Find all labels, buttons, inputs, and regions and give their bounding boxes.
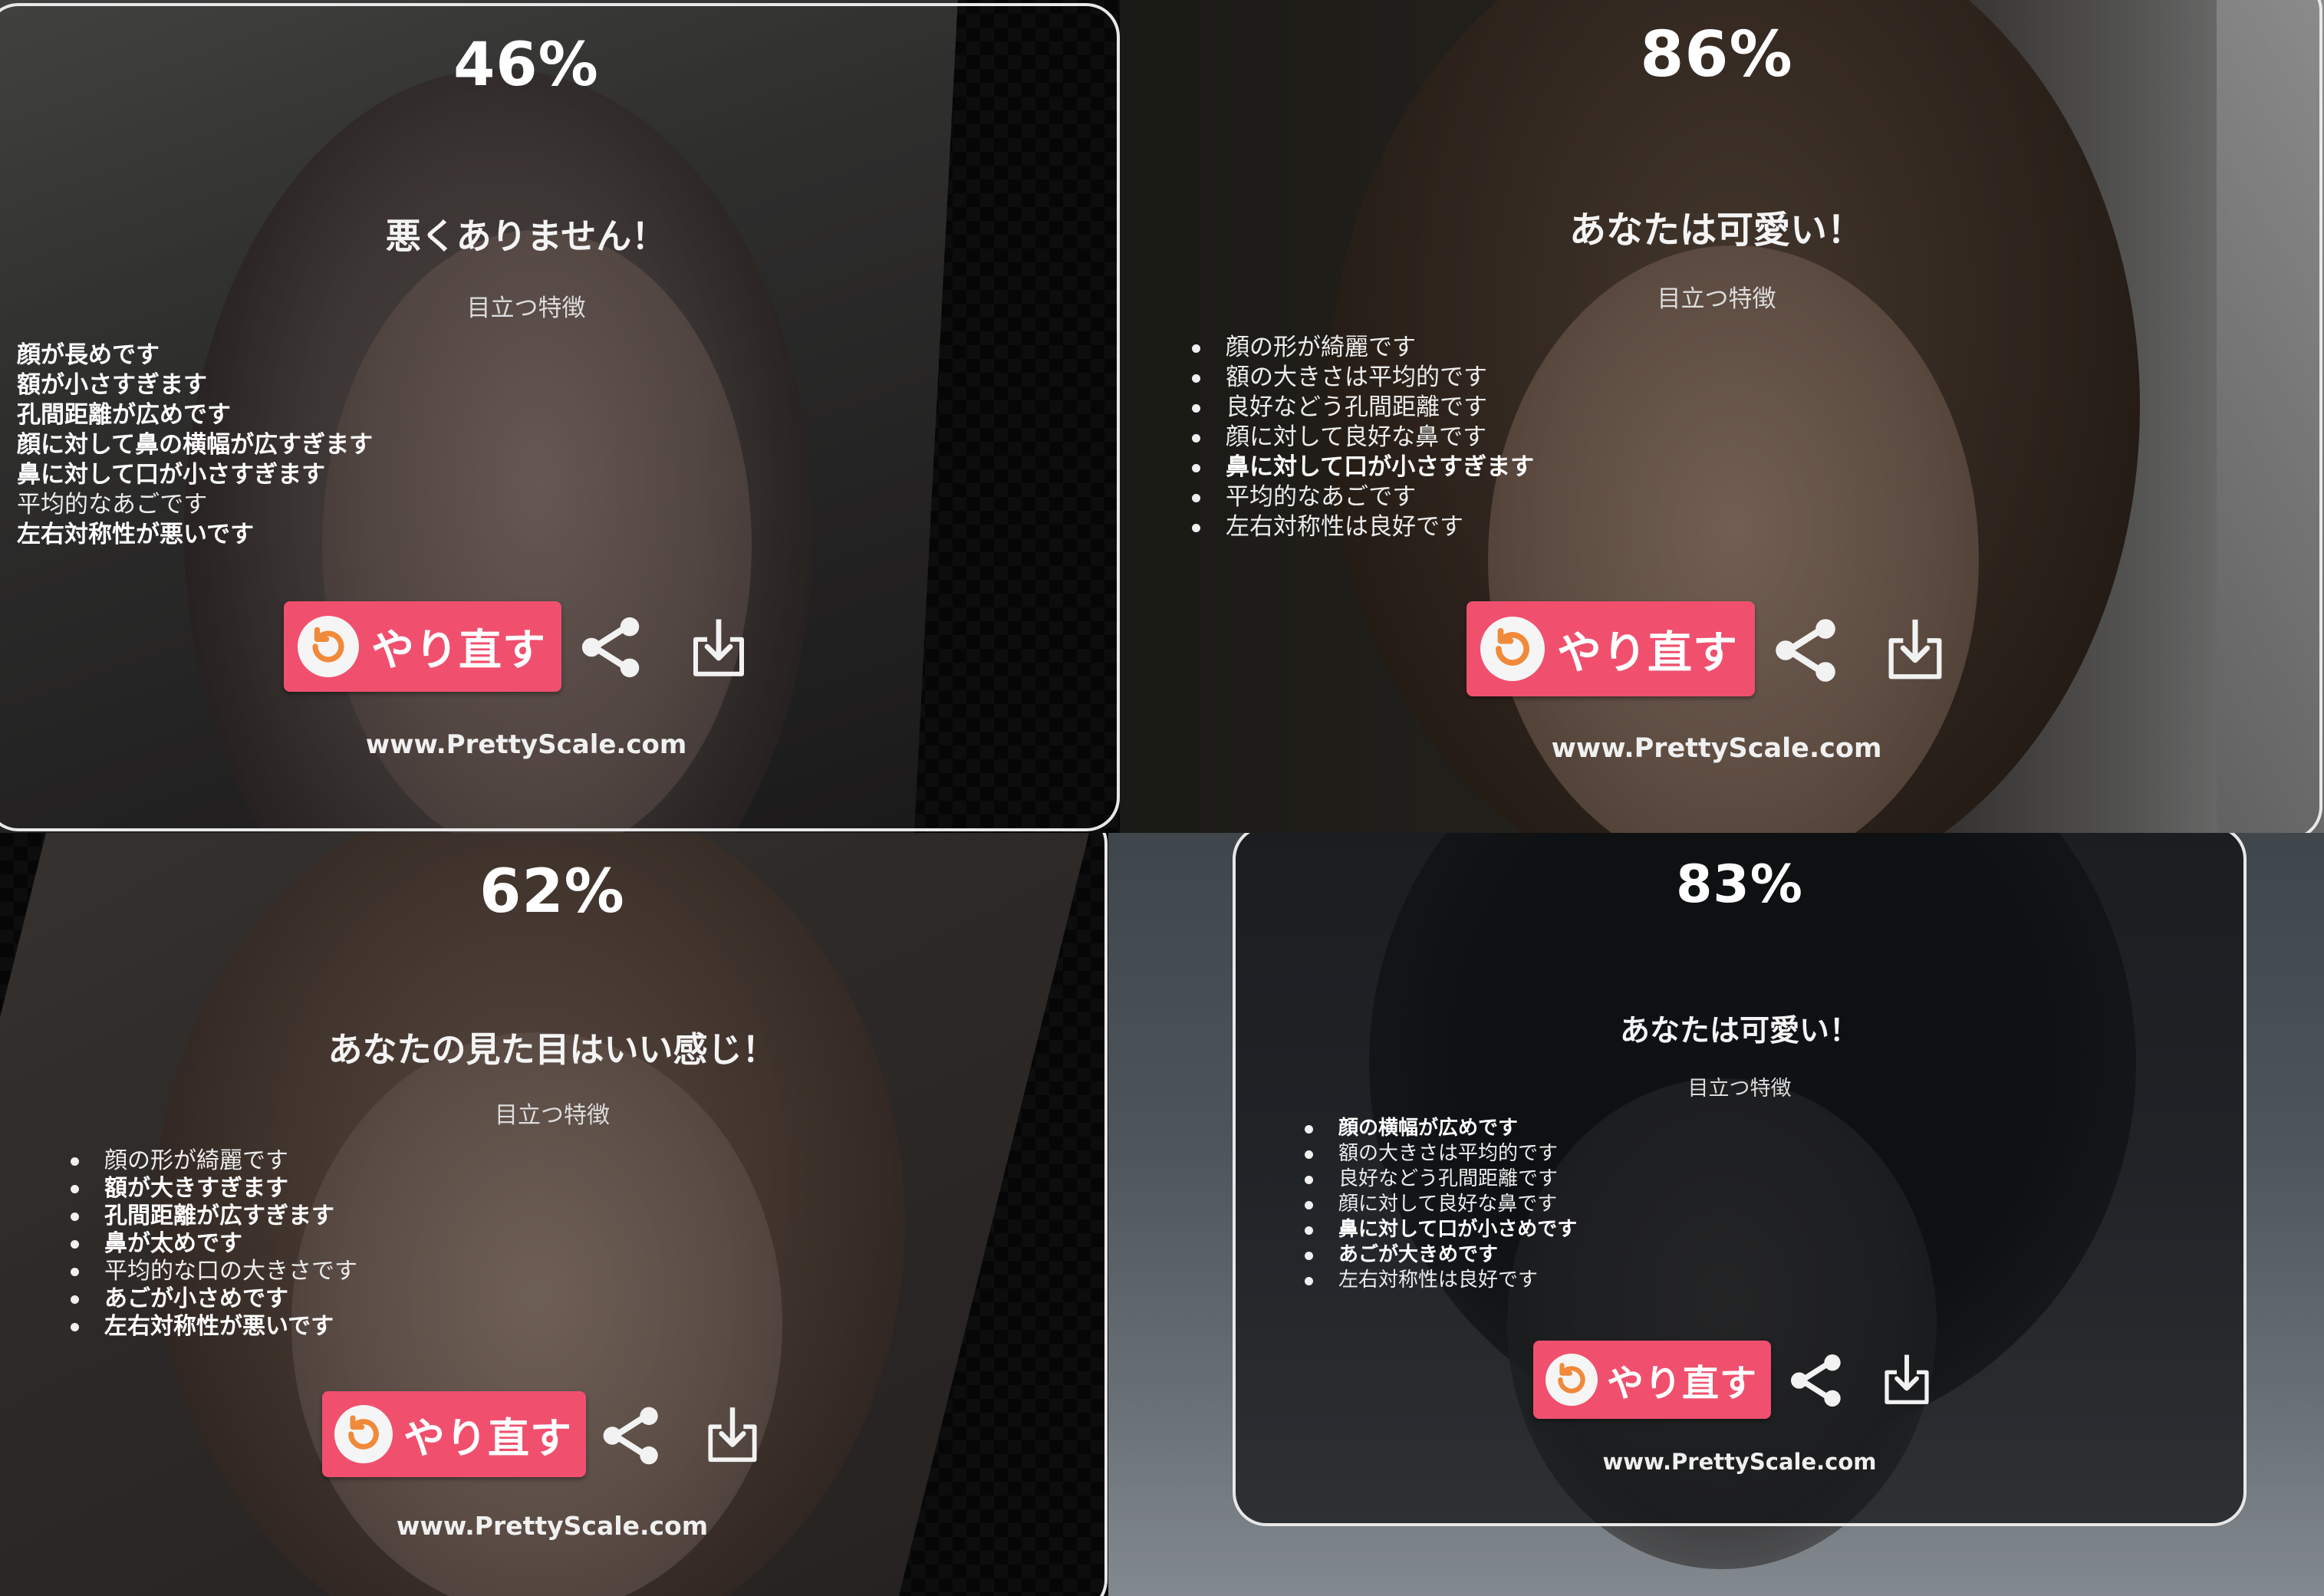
share-icon[interactable] <box>598 1400 666 1471</box>
feature-item: 額が小さすぎます <box>17 371 207 399</box>
download-icon[interactable] <box>1877 1347 1937 1413</box>
feature-item: 左右対称性は良好です <box>1192 512 1534 542</box>
result-panel: 62% あなたの見た目はいい感じ！ 目立つ特徴 顔の形が綺麗です 額が大きすぎま… <box>0 833 1104 1596</box>
retry-button[interactable]: やり直す <box>1533 1341 1771 1419</box>
feature-item: あごが大きめです <box>1305 1242 1577 1268</box>
feature-list: 顔の横幅が広めです 額の大きさは平均的です 良好などう孔間距離です 顔に対して良… <box>1305 1116 1577 1293</box>
result-panel: 86% あなたは可愛い！ 目立つ特徴 顔の形が綺麗です 額の大きさは平均的です … <box>1120 0 2313 833</box>
feature-item: 鼻に対して口が小さめです <box>1305 1217 1577 1242</box>
feature-list: 顔が長めです 額が小さすぎます 孔間距離が広めです 顔に対して鼻の横幅が広すぎま… <box>17 341 373 550</box>
website-link[interactable]: www.PrettyScale.com <box>1236 1449 2243 1475</box>
download-icon[interactable] <box>1879 610 1951 689</box>
result-card-3: 62% あなたの見た目はいい感じ！ 目立つ特徴 顔の形が綺麗です 額が大きすぎま… <box>0 833 1108 1596</box>
result-panel: 46% 悪くありません！ 目立つ特徴 顔が長めです 額が小さすぎます 孔間距離が… <box>0 0 1052 833</box>
retry-button[interactable]: やり直す <box>284 601 561 692</box>
result-headline: あなたは可愛い！ <box>1569 209 1864 252</box>
share-icon[interactable] <box>1770 612 1844 689</box>
refresh-icon <box>1545 1354 1598 1406</box>
retry-label: やり直す <box>1557 627 1739 679</box>
features-heading: 目立つ特徴 <box>466 295 586 322</box>
share-icon[interactable] <box>1786 1348 1848 1413</box>
feature-item: 孔間距離が広めです <box>17 401 231 429</box>
score-percent: 83% <box>1676 854 1803 915</box>
website-link[interactable]: www.PrettyScale.com <box>0 729 1052 760</box>
refresh-icon <box>298 616 359 677</box>
result-card-4: 83% あなたは可愛い！ 目立つ特徴 顔の横幅が広めです 額の大きさは平均的です… <box>1108 833 2324 1596</box>
feature-item: 顔に対して良好な鼻です <box>1305 1192 1577 1217</box>
features-heading: 目立つ特徴 <box>1687 1077 1792 1101</box>
feature-item: 良好などう孔間距離です <box>1192 393 1534 423</box>
download-icon[interactable] <box>700 1399 765 1471</box>
result-panel: 83% あなたは可愛い！ 目立つ特徴 顔の横幅が広めです 額の大きさは平均的です… <box>1236 833 2243 1523</box>
feature-item: 顔の形が綺麗です <box>71 1147 357 1175</box>
result-headline: あなたの見た目はいい感じ！ <box>328 1029 777 1070</box>
feature-item: 額の大きさは平均的です <box>1305 1141 1577 1167</box>
share-icon[interactable] <box>577 610 647 684</box>
feature-item: 顔に対して鼻の横幅が広すぎます <box>17 431 374 459</box>
feature-item: 顔の横幅が広めです <box>1305 1116 1577 1141</box>
feature-item: 鼻に対して口が小さすぎます <box>17 461 326 489</box>
score-percent: 62% <box>479 857 625 926</box>
feature-item: 鼻が太めです <box>71 1230 357 1258</box>
feature-item: あごが小さめです <box>71 1285 357 1313</box>
feature-item: 左右対称性が悪いです <box>71 1313 357 1341</box>
feature-item: 顔に対して良好な鼻です <box>1192 423 1534 452</box>
feature-item: 孔間距離が広すぎます <box>71 1203 357 1230</box>
feature-item: 顔が長めです <box>17 341 160 369</box>
retry-button[interactable]: やり直す <box>1466 601 1755 696</box>
feature-list: 顔の形が綺麗です 額の大きさは平均的です 良好などう孔間距離です 顔に対して良好… <box>1192 333 1534 542</box>
result-card-2: 86% あなたは可愛い！ 目立つ特徴 顔の形が綺麗です 額の大きさは平均的です … <box>1120 0 2324 833</box>
score-percent: 46% <box>453 31 599 100</box>
feature-item: 顔の形が綺麗です <box>1192 333 1534 363</box>
feature-item: 額が大きすぎます <box>71 1175 357 1203</box>
feature-list: 顔の形が綺麗です 額が大きすぎます 孔間距離が広すぎます 鼻が太めです 平均的な… <box>71 1147 357 1341</box>
result-headline: あなたは可愛い！ <box>1619 1014 1859 1048</box>
result-card-1: 46% 悪くありません！ 目立つ特徴 顔が長めです 額が小さすぎます 孔間距離が… <box>0 0 1120 833</box>
download-icon[interactable] <box>684 610 753 686</box>
retry-label: やり直す <box>403 1413 572 1463</box>
feature-item: 左右対称性は良好です <box>1305 1268 1577 1293</box>
features-heading: 目立つ特徴 <box>495 1102 610 1129</box>
retry-button[interactable]: やり直す <box>322 1391 586 1477</box>
retry-label: やり直す <box>1607 1362 1758 1405</box>
feature-item: 額の大きさは平均的です <box>1192 363 1534 393</box>
feature-item: 平均的なあごです <box>17 491 208 518</box>
website-link[interactable]: www.PrettyScale.com <box>0 1511 1104 1541</box>
result-headline: 悪くありません！ <box>385 216 667 257</box>
feature-item: 平均的な口の大きさです <box>71 1258 357 1285</box>
refresh-icon <box>1480 617 1545 681</box>
refresh-icon <box>334 1405 393 1463</box>
feature-item: 鼻に対して口が小さすぎます <box>1192 452 1534 482</box>
retry-label: やり直す <box>371 625 546 676</box>
features-heading: 目立つ特徴 <box>1657 285 1776 313</box>
score-percent: 86% <box>1640 18 1793 91</box>
website-link[interactable]: www.PrettyScale.com <box>1120 733 2313 764</box>
feature-item: 平均的なあごです <box>1192 482 1534 512</box>
feature-item: 左右対称性が悪いです <box>17 521 255 548</box>
feature-item: 良好などう孔間距離です <box>1305 1167 1577 1192</box>
